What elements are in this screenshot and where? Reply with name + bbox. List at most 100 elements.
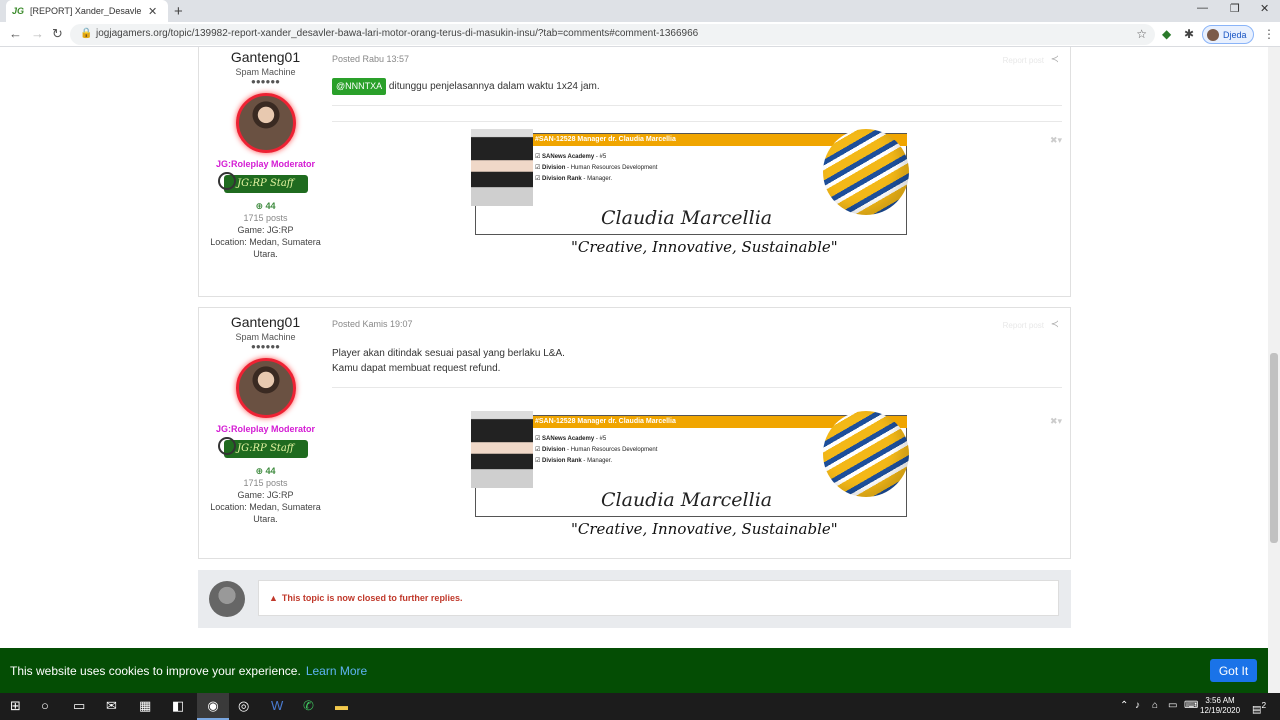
restore-icon[interactable]: ❐ bbox=[1230, 2, 1240, 15]
divider bbox=[332, 105, 1062, 106]
task-view-icon[interactable]: ▭ bbox=[73, 698, 85, 714]
forward-icon[interactable]: → bbox=[31, 26, 44, 41]
extensions-puzzle-icon[interactable]: ✱ bbox=[1184, 27, 1194, 41]
author-avatar[interactable] bbox=[235, 93, 296, 153]
mail-icon[interactable]: ✉ bbox=[106, 698, 117, 714]
signature-line: ☑ Division - Human Resources Development bbox=[535, 165, 658, 171]
extension-icon[interactable]: ◆ bbox=[1162, 27, 1171, 41]
signature-divider bbox=[332, 121, 1062, 122]
report-post-link[interactable]: Report post bbox=[1003, 321, 1044, 330]
profile-button[interactable]: Djeda bbox=[1202, 25, 1254, 44]
volume-icon[interactable]: ♪ bbox=[1135, 700, 1140, 711]
rank-pips: ●●●●●● bbox=[251, 342, 280, 351]
hide-signature-icon[interactable]: ✖▾ bbox=[1050, 135, 1062, 146]
learn-more-link[interactable]: Learn More bbox=[306, 664, 367, 678]
signature-line: ☑ SANews Academy - #5 bbox=[535, 154, 607, 160]
lock-icon[interactable]: 🔒 bbox=[80, 28, 92, 39]
post-date[interactable]: Posted Kamis 19:07 bbox=[332, 319, 413, 329]
close-tab-icon[interactable]: ✕ bbox=[148, 5, 157, 18]
bookmark-star-icon[interactable]: ☆ bbox=[1136, 27, 1147, 41]
address-bar[interactable]: 🔒 jogjagamers.org/topic/139982-report-xa… bbox=[70, 24, 1155, 45]
clock-date: 12/19/2020 bbox=[1200, 706, 1241, 715]
hide-signature-icon[interactable]: ✖▾ bbox=[1050, 416, 1062, 427]
signature-line: ☑ Division Rank - Manager. bbox=[535, 176, 613, 182]
scrollbar-thumb[interactable] bbox=[1270, 353, 1278, 543]
author-name[interactable]: Ganteng01 bbox=[199, 314, 332, 330]
minimize-icon[interactable]: — bbox=[1197, 2, 1208, 14]
author-panel: Ganteng01 Spam Machine ●●●●●● JG:Rolepla… bbox=[199, 47, 332, 260]
tray-chevron-icon[interactable]: ⌃ bbox=[1120, 700, 1128, 711]
system-clock[interactable]: 3:56 AM 12/19/2020 bbox=[1200, 696, 1240, 716]
file-explorer-icon[interactable]: ▬ bbox=[335, 698, 348, 713]
kebab-menu-icon[interactable]: ⋮ bbox=[1263, 27, 1275, 41]
search-icon[interactable]: ○ bbox=[41, 698, 49, 713]
page-scrollbar[interactable] bbox=[1268, 47, 1280, 693]
globe-logo-icon bbox=[823, 411, 909, 497]
reputation-value: 44 bbox=[265, 466, 276, 476]
back-icon[interactable]: ← bbox=[9, 26, 22, 41]
browser-toolbar: ← → ↻ 🔒 jogjagamers.org/topic/139982-rep… bbox=[0, 22, 1280, 47]
reload-icon[interactable]: ↻ bbox=[52, 26, 63, 42]
signature-divider bbox=[332, 387, 1062, 388]
app-icon[interactable]: ◧ bbox=[172, 698, 184, 714]
browser-tab[interactable]: JG [REPORT] Xander_Desavler (Bawa ✕ bbox=[6, 0, 168, 22]
signature-quote: "Creative, Innovative, Sustainable" bbox=[571, 520, 838, 538]
author-location: Location: Medan, Sumatera Utara. bbox=[210, 502, 321, 524]
whatsapp-icon[interactable]: ✆ bbox=[303, 698, 314, 714]
signature-name: Claudia Marcellia bbox=[601, 207, 773, 229]
signature-photo bbox=[471, 411, 533, 488]
network-icon[interactable]: ⌂ bbox=[1152, 700, 1158, 711]
signature-name: Claudia Marcellia bbox=[601, 489, 773, 511]
battery-icon[interactable]: ▭ bbox=[1168, 700, 1177, 711]
closed-notice: ▲ This topic is now closed to further re… bbox=[258, 580, 1059, 616]
share-icon[interactable]: ≺ bbox=[1051, 54, 1059, 65]
chrome-profile-icon[interactable]: ◎ bbox=[238, 698, 249, 714]
globe-logo-icon bbox=[823, 129, 909, 215]
signature-photo bbox=[471, 129, 533, 206]
user-signature: #SAN-12528 Manager dr. Claudia Marcellia… bbox=[471, 129, 909, 262]
user-mention[interactable]: @NNNTXA bbox=[332, 78, 387, 95]
avatar bbox=[1207, 28, 1219, 41]
post-date[interactable]: Posted Rabu 13:57 bbox=[332, 54, 409, 64]
author-rank: Spam Machine bbox=[235, 332, 296, 342]
report-post-link[interactable]: Report post bbox=[1003, 56, 1044, 65]
comment-post: Ganteng01 Spam Machine ●●●●●● JG:Rolepla… bbox=[198, 307, 1071, 559]
got-it-button[interactable]: Got It bbox=[1210, 659, 1257, 682]
store-icon[interactable]: ▦ bbox=[139, 698, 151, 714]
signature-line: ☑ SANews Academy - #5 bbox=[535, 436, 607, 442]
notification-icon[interactable]: ▤2 bbox=[1252, 700, 1266, 715]
author-rank: Spam Machine bbox=[235, 67, 296, 77]
staff-badge: JG:RP Staff bbox=[217, 172, 308, 193]
post-count: 1715 posts bbox=[243, 213, 288, 223]
keyboard-icon[interactable]: ⌨ bbox=[1184, 700, 1198, 711]
page-content: Ganteng01 Spam Machine ●●●●●● JG:Rolepla… bbox=[0, 47, 1268, 648]
reputation-count: ⊕ 44 bbox=[255, 201, 276, 211]
current-user-avatar[interactable] bbox=[209, 581, 245, 617]
post-body: Player akan ditindak sesuai pasal yang b… bbox=[332, 346, 565, 376]
author-avatar[interactable] bbox=[235, 358, 296, 418]
signature-quote: "Creative, Innovative, Sustainable" bbox=[571, 238, 838, 256]
post-text-line: Player akan ditindak sesuai pasal yang b… bbox=[332, 348, 565, 359]
staff-badge: JG:RP Staff bbox=[217, 437, 308, 458]
cookie-text: This website uses cookies to improve you… bbox=[10, 663, 301, 678]
comment-post: Ganteng01 Spam Machine ●●●●●● JG:Rolepla… bbox=[198, 47, 1071, 297]
warning-icon: ▲ bbox=[269, 593, 278, 603]
rank-pips: ●●●●●● bbox=[251, 77, 280, 86]
signature-line: ☑ Division - Human Resources Development bbox=[535, 447, 658, 453]
post-body: @NNNTXA ditunggu penjelasannya dalam wak… bbox=[332, 78, 600, 95]
url-text: jogjagamers.org/topic/139982-report-xand… bbox=[96, 28, 699, 39]
word-icon[interactable]: W bbox=[271, 698, 283, 713]
author-name[interactable]: Ganteng01 bbox=[199, 49, 332, 65]
author-panel: Ganteng01 Spam Machine ●●●●●● JG:Rolepla… bbox=[199, 308, 332, 525]
site-favicon-icon: JG bbox=[12, 6, 25, 16]
tab-title: [REPORT] Xander_Desavler (Bawa bbox=[30, 6, 143, 16]
author-group: JG:Roleplay Moderator bbox=[215, 159, 316, 169]
new-tab-button[interactable]: + bbox=[174, 3, 183, 20]
windows-start-icon[interactable]: ⊞ bbox=[10, 698, 21, 714]
chrome-icon[interactable]: ◉ bbox=[197, 693, 229, 720]
tab-strip: JG [REPORT] Xander_Desavler (Bawa ✕ + — … bbox=[0, 0, 1280, 22]
profile-name: Djeda bbox=[1223, 29, 1247, 40]
clock-time: 3:56 AM bbox=[1205, 696, 1235, 705]
close-window-icon[interactable]: ✕ bbox=[1260, 2, 1269, 15]
share-icon[interactable]: ≺ bbox=[1051, 319, 1059, 330]
